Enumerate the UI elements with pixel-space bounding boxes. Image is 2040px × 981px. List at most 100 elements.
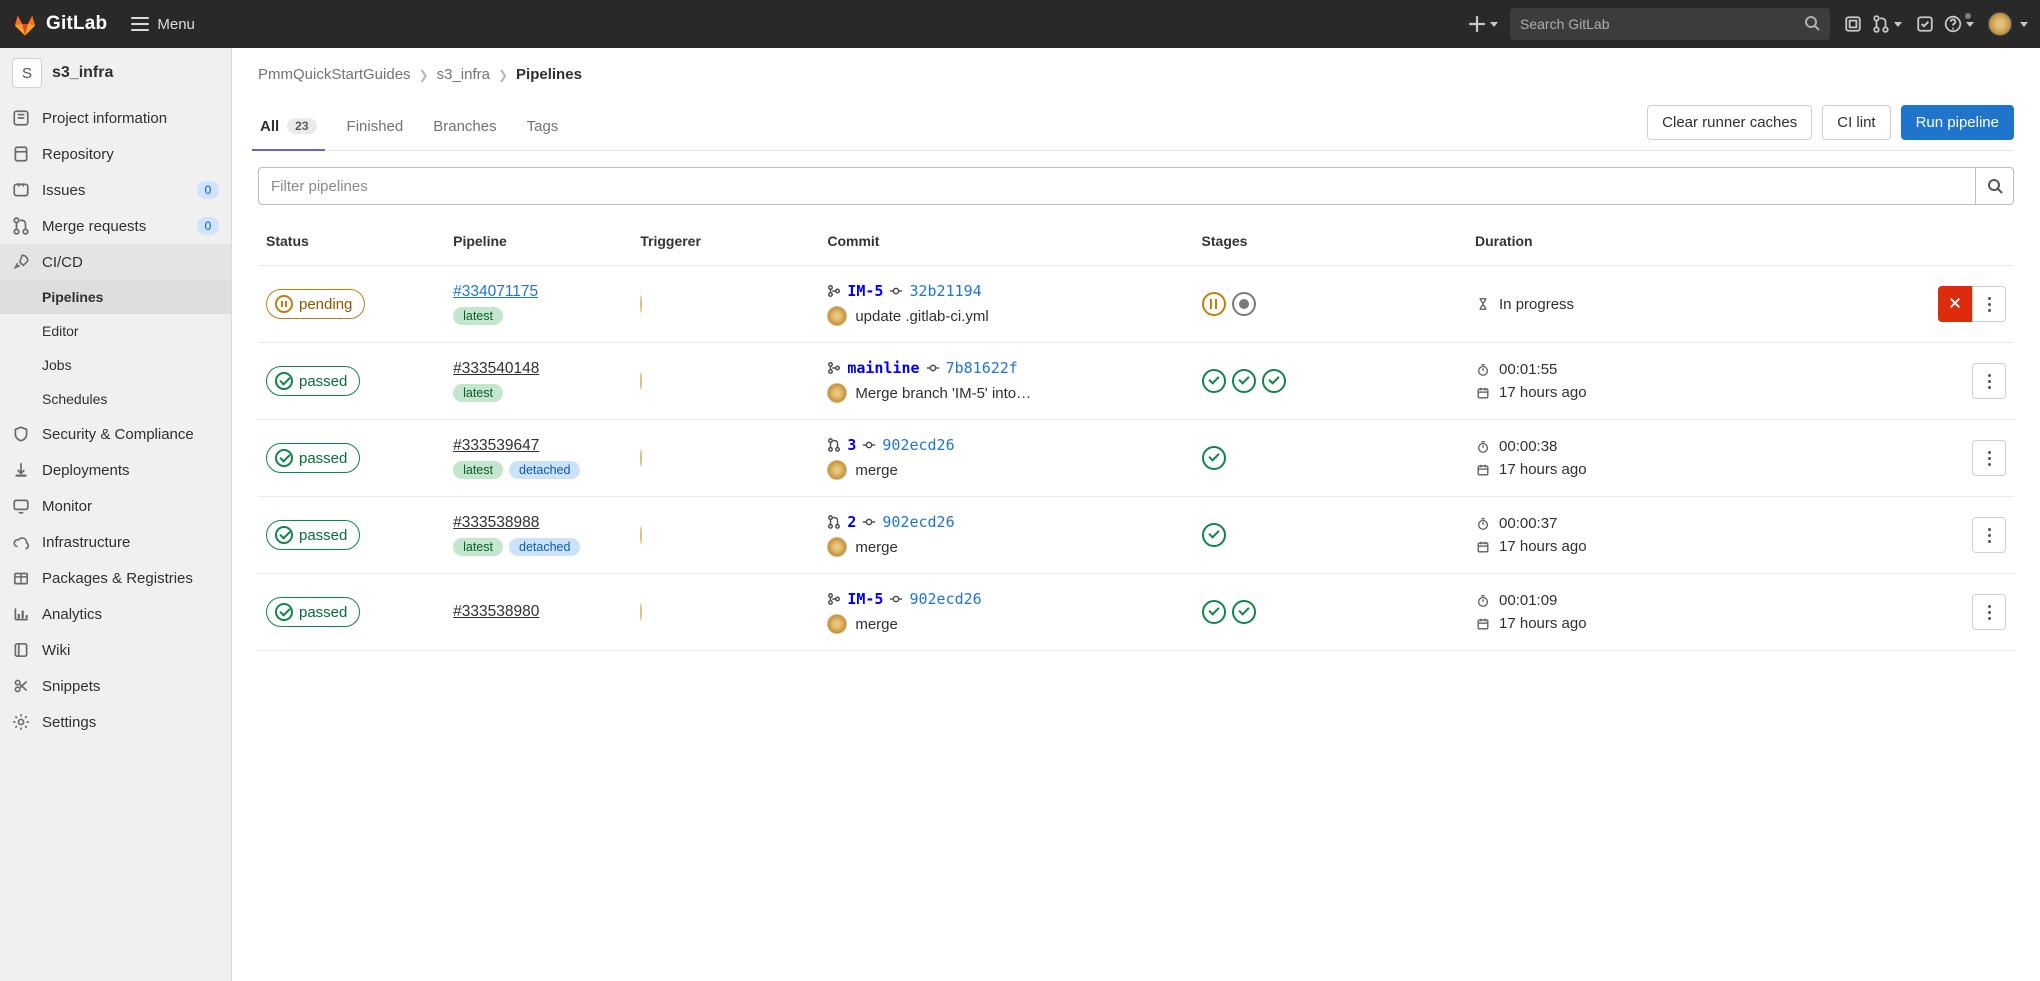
filter-search-button[interactable] [1976,167,2014,205]
issues-shortcut[interactable] [1836,6,1870,42]
commit-ref-link[interactable]: 2 [847,513,856,531]
stage-passed-icon[interactable] [1202,446,1226,470]
project-header[interactable]: S s3_infra [0,48,231,100]
triggerer-avatar[interactable] [640,603,642,621]
filter-input[interactable] [271,178,1963,195]
triggerer-avatar[interactable] [640,295,642,313]
sidebar-item-label: Snippets [42,678,219,695]
tab-branches[interactable]: Branches [431,106,498,150]
status-badge[interactable]: passed [266,366,360,396]
status-badge[interactable]: passed [266,597,360,627]
commit-sha-link[interactable]: 902ecd26 [909,590,981,608]
sidebar-item-packages-registries[interactable]: Packages & Registries [0,560,231,596]
sidebar-item-issues[interactable]: Issues0 [0,172,231,208]
sidebar-item-security-compliance[interactable]: Security & Compliance [0,416,231,452]
sidebar-subitem-editor[interactable]: Editor [0,314,231,348]
triggerer-avatar[interactable] [640,526,642,544]
sidebar-item-wiki[interactable]: Wiki [0,632,231,668]
triggerer-avatar[interactable] [640,372,642,390]
commit-ref-link[interactable]: IM-5 [847,590,883,608]
status-passed-icon [275,372,293,390]
menu-button[interactable]: Menu [131,16,195,33]
sidebar-item-analytics[interactable]: Analytics [0,596,231,632]
sidebar-subitem-schedules[interactable]: Schedules [0,382,231,416]
commit-sha-icon [889,284,903,298]
pipeline-actions-menu[interactable] [1972,594,2006,630]
sidebar-item-project-information[interactable]: Project information [0,100,231,136]
search-icon [1987,178,2003,194]
stage-passed-icon[interactable] [1202,369,1226,393]
sidebar-item-label: Wiki [42,642,219,659]
status-badge[interactable]: passed [266,520,360,550]
tab-tags[interactable]: Tags [525,106,561,150]
commit-ref-link[interactable]: mainline [847,359,919,377]
cancel-pipeline-button[interactable] [1938,286,1972,322]
sidebar-item-ci-cd[interactable]: CI/CD [0,244,231,280]
ci-lint-button[interactable]: CI lint [1822,105,1890,140]
pipeline-actions-menu[interactable] [1972,440,2006,476]
kebab-icon [1988,528,1991,543]
sidebar-item-snippets[interactable]: Snippets [0,668,231,704]
help-dropdown[interactable] [1942,6,1976,42]
sidebar-item-label: Analytics [42,606,219,623]
pipeline-id-link[interactable]: #333538980 [453,603,539,620]
todos-shortcut[interactable] [1908,6,1942,42]
stage-pending-icon[interactable] [1202,292,1226,316]
merge-requests-shortcut[interactable] [1870,6,1904,42]
stage-passed-icon[interactable] [1232,369,1256,393]
breadcrumb-group[interactable]: PmmQuickStartGuides [258,66,411,83]
pipeline-id-link[interactable]: #333540148 [453,360,539,377]
pipeline-id-link[interactable]: #334071175 [453,283,538,300]
sidebar-subitem-jobs[interactable]: Jobs [0,348,231,382]
new-dropdown[interactable] [1466,6,1500,42]
pipeline-actions-menu[interactable] [1972,517,2006,553]
tab-all[interactable]: All23 [258,106,319,150]
clear-runner-caches-button[interactable]: Clear runner caches [1647,105,1812,140]
stage-passed-icon[interactable] [1202,523,1226,547]
stopwatch-icon [1475,439,1491,455]
sidebar-subitem-pipelines[interactable]: Pipelines [0,280,231,314]
status-badge[interactable]: passed [266,443,360,473]
sidebar-item-infrastructure[interactable]: Infrastructure [0,524,231,560]
commit-author-avatar[interactable] [827,460,847,480]
commit-author-avatar[interactable] [827,383,847,403]
status-label: pending [299,296,352,313]
global-search-input[interactable] [1520,16,1804,32]
sidebar-item-label: Merge requests [42,218,197,235]
pipeline-actions-menu[interactable] [1972,363,2006,399]
filter-input-wrapper[interactable] [258,167,1976,205]
sidebar-item-repository[interactable]: Repository [0,136,231,172]
status-badge[interactable]: pending [266,289,365,319]
commit-sha-link[interactable]: 32b21194 [909,282,981,300]
sidebar-item-settings[interactable]: Settings [0,704,231,740]
stage-passed-icon[interactable] [1262,369,1286,393]
sidebar-item-merge-requests[interactable]: Merge requests0 [0,208,231,244]
user-menu[interactable] [1980,12,2028,36]
tab-finished[interactable]: Finished [345,106,406,150]
stage-created-icon[interactable] [1232,292,1256,316]
commit-sha-link[interactable]: 902ecd26 [882,436,954,454]
commit-author-avatar[interactable] [827,614,847,634]
menu-label: Menu [157,16,195,33]
finished-text: 17 hours ago [1499,384,1587,401]
commit-ref-link[interactable]: 3 [847,436,856,454]
stage-passed-icon[interactable] [1232,600,1256,624]
stage-passed-icon[interactable] [1202,600,1226,624]
project-sidebar: S s3_infra Project informationRepository… [0,48,232,981]
pipeline-id-link[interactable]: #333538988 [453,514,539,531]
gitlab-logo[interactable]: GitLab [12,11,107,37]
commit-author-avatar[interactable] [827,537,847,557]
commit-sha-link[interactable]: 7b81622f [946,359,1018,377]
commit-ref-link[interactable]: IM-5 [847,282,883,300]
sidebar-item-monitor[interactable]: Monitor [0,488,231,524]
pipeline-id-link[interactable]: #333539647 [453,437,539,454]
breadcrumb-project[interactable]: s3_infra [437,66,490,83]
run-pipeline-button[interactable]: Run pipeline [1901,105,2014,140]
sidebar-item-deployments[interactable]: Deployments [0,452,231,488]
commit-author-avatar[interactable] [827,306,847,326]
triggerer-avatar[interactable] [640,449,642,467]
commit-sha-link[interactable]: 902ecd26 [882,513,954,531]
caret-down-icon [1490,22,1498,27]
pipeline-actions-menu[interactable] [1972,286,2006,322]
global-search[interactable] [1510,8,1830,40]
